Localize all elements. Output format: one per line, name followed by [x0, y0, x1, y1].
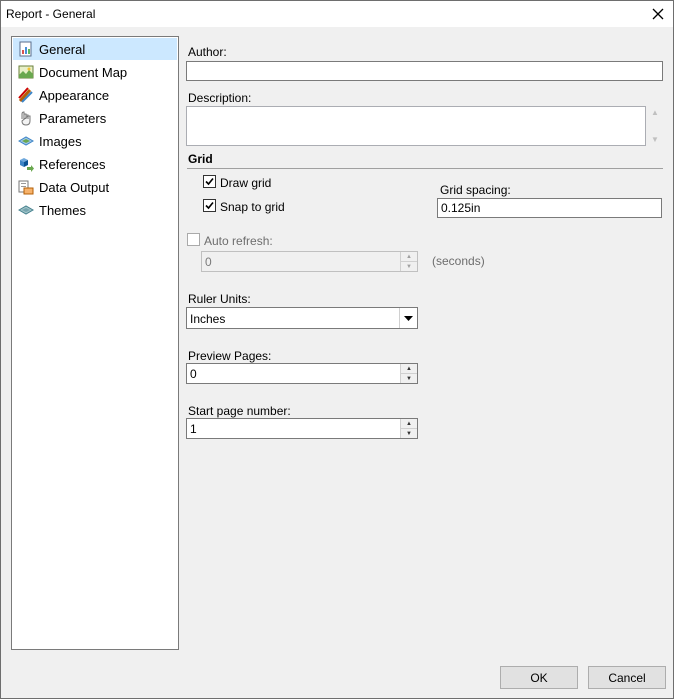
spin-up-icon[interactable]: ▲	[401, 419, 417, 429]
title-bar: Report - General	[1, 1, 673, 27]
report-dialog: Report - General General Document Map Ap…	[0, 0, 674, 699]
grid-spacing-field[interactable]	[437, 198, 662, 218]
dropdown-arrow-button[interactable]	[399, 308, 417, 328]
report-icon	[19, 41, 32, 57]
sidebar-item-appearance[interactable]: Appearance	[13, 84, 177, 106]
window-title: Report - General	[6, 7, 96, 21]
author-label: Author:	[188, 45, 227, 59]
ruler-units-value: Inches	[190, 312, 226, 326]
sidebar-item-label: Parameters	[39, 110, 107, 126]
sidebar-item-parameters[interactable]: Parameters	[13, 107, 177, 129]
data-output-icon	[18, 180, 34, 195]
sidebar-item-label: Appearance	[39, 87, 110, 103]
snap-to-grid-checkbox[interactable]	[203, 199, 216, 212]
sidebar-item-references[interactable]: References	[13, 153, 177, 175]
references-icon	[20, 158, 34, 172]
grid-divider	[187, 168, 663, 169]
checkmark-icon	[205, 177, 214, 186]
themes-icon	[18, 205, 34, 215]
start-page-value: 1	[190, 422, 197, 436]
close-icon	[652, 8, 664, 20]
sidebar-item-label: Themes	[39, 202, 86, 218]
images-icon	[18, 136, 34, 146]
scroll-up-icon[interactable]: ▲	[651, 108, 659, 117]
scroll-down-icon[interactable]: ▼	[651, 135, 659, 144]
spin-up-icon[interactable]: ▲	[401, 252, 417, 262]
draw-grid-label[interactable]: Draw grid	[220, 176, 271, 190]
sidebar-item-document-map[interactable]: Document Map	[13, 61, 177, 83]
preview-pages-value: 0	[190, 367, 197, 381]
auto-refresh-spinner[interactable]: 0 ▲ ▼	[201, 251, 418, 272]
sidebar-item-label: Data Output	[39, 179, 110, 195]
ok-button[interactable]: OK	[500, 666, 578, 689]
checkmark-icon	[205, 201, 214, 210]
close-button[interactable]	[643, 1, 673, 27]
snap-to-grid-label[interactable]: Snap to grid	[220, 200, 285, 214]
spin-up-icon[interactable]: ▲	[401, 364, 417, 374]
sidebar-item-images[interactable]: Images	[13, 130, 177, 152]
sidebar-item-label: Images	[39, 133, 82, 149]
ruler-units-dropdown[interactable]: Inches	[186, 307, 418, 329]
parameters-icon	[21, 111, 31, 126]
author-field[interactable]	[186, 61, 663, 81]
appearance-icon	[18, 87, 33, 103]
preview-pages-spinner[interactable]: 0 ▲ ▼	[186, 363, 418, 384]
sidebar-item-data-output[interactable]: Data Output	[13, 176, 177, 198]
description-label: Description:	[188, 91, 252, 105]
seconds-label: (seconds)	[432, 254, 485, 268]
auto-refresh-value: 0	[205, 255, 212, 269]
chevron-down-icon	[404, 315, 413, 321]
description-scrollbar[interactable]: ▲ ▼	[649, 108, 661, 144]
sidebar-item-label: Document Map	[39, 64, 128, 80]
sidebar-item-label: General	[39, 41, 86, 57]
draw-grid-checkbox[interactable]	[203, 175, 216, 188]
document-map-icon	[18, 65, 34, 79]
sidebar-item-general[interactable]: General	[13, 38, 177, 60]
start-page-label: Start page number:	[188, 404, 291, 418]
spin-down-icon[interactable]: ▼	[401, 429, 417, 438]
sidebar-item-label: References	[39, 156, 106, 172]
start-page-spinner[interactable]: 1 ▲ ▼	[186, 418, 418, 439]
spin-down-icon[interactable]: ▼	[401, 374, 417, 383]
spin-down-icon[interactable]: ▼	[401, 262, 417, 271]
ruler-units-label: Ruler Units:	[188, 292, 251, 306]
cancel-button[interactable]: Cancel	[588, 666, 666, 689]
auto-refresh-label[interactable]: Auto refresh:	[204, 234, 273, 248]
description-field[interactable]	[186, 106, 646, 146]
preview-pages-label: Preview Pages:	[188, 349, 272, 363]
auto-refresh-checkbox[interactable]	[187, 233, 200, 246]
category-list[interactable]: General Document Map Appearance Paramete…	[11, 36, 179, 650]
sidebar-item-themes[interactable]: Themes	[13, 199, 177, 221]
grid-section-title: Grid	[188, 152, 213, 166]
grid-spacing-label: Grid spacing:	[440, 183, 511, 197]
